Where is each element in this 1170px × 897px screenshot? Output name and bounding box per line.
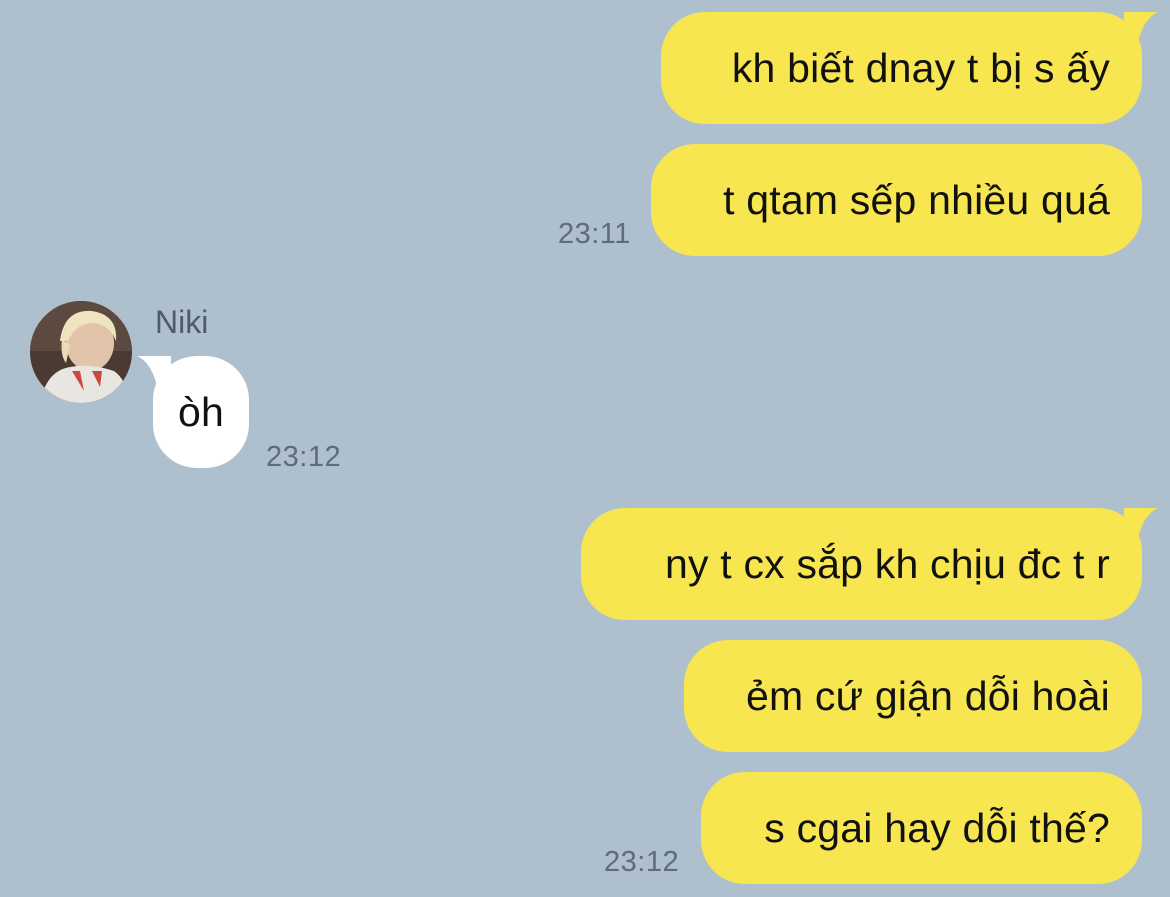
bubble-tail bbox=[1124, 12, 1158, 42]
chat-area[interactable]: kh biết dnay t bị s ấy t qtam sếp nhiều … bbox=[0, 0, 1170, 897]
outgoing-message[interactable]: ny t cx sắp kh chịu đc t r bbox=[581, 508, 1158, 620]
bubble-tail bbox=[1124, 508, 1158, 538]
outgoing-message[interactable]: ẻm cứ giận dỗi hoài bbox=[684, 640, 1142, 752]
outgoing-message[interactable]: kh biết dnay t bị s ấy bbox=[661, 12, 1158, 124]
message-text: t qtam sếp nhiều quá bbox=[723, 176, 1110, 223]
message-timestamp: 23:11 bbox=[558, 218, 631, 250]
message-text: kh biết dnay t bị s ấy bbox=[731, 44, 1110, 91]
outgoing-message[interactable]: t qtam sếp nhiều quá bbox=[651, 144, 1142, 256]
sender-name: Niki bbox=[155, 304, 209, 340]
message-text: s cgai hay dỗi thế? bbox=[764, 804, 1110, 851]
message-text: ny t cx sắp kh chịu đc t r bbox=[665, 540, 1110, 587]
avatar-photo bbox=[30, 301, 132, 403]
outgoing-message[interactable]: s cgai hay dỗi thế? bbox=[701, 772, 1142, 884]
message-text: òh bbox=[177, 388, 224, 435]
message-text: ẻm cứ giận dỗi hoài bbox=[745, 672, 1110, 719]
message-timestamp: 23:12 bbox=[266, 441, 342, 473]
incoming-message[interactable]: òh bbox=[137, 356, 249, 468]
avatar[interactable] bbox=[30, 301, 132, 403]
message-timestamp: 23:12 bbox=[604, 846, 680, 878]
bubble-tail bbox=[137, 356, 171, 386]
